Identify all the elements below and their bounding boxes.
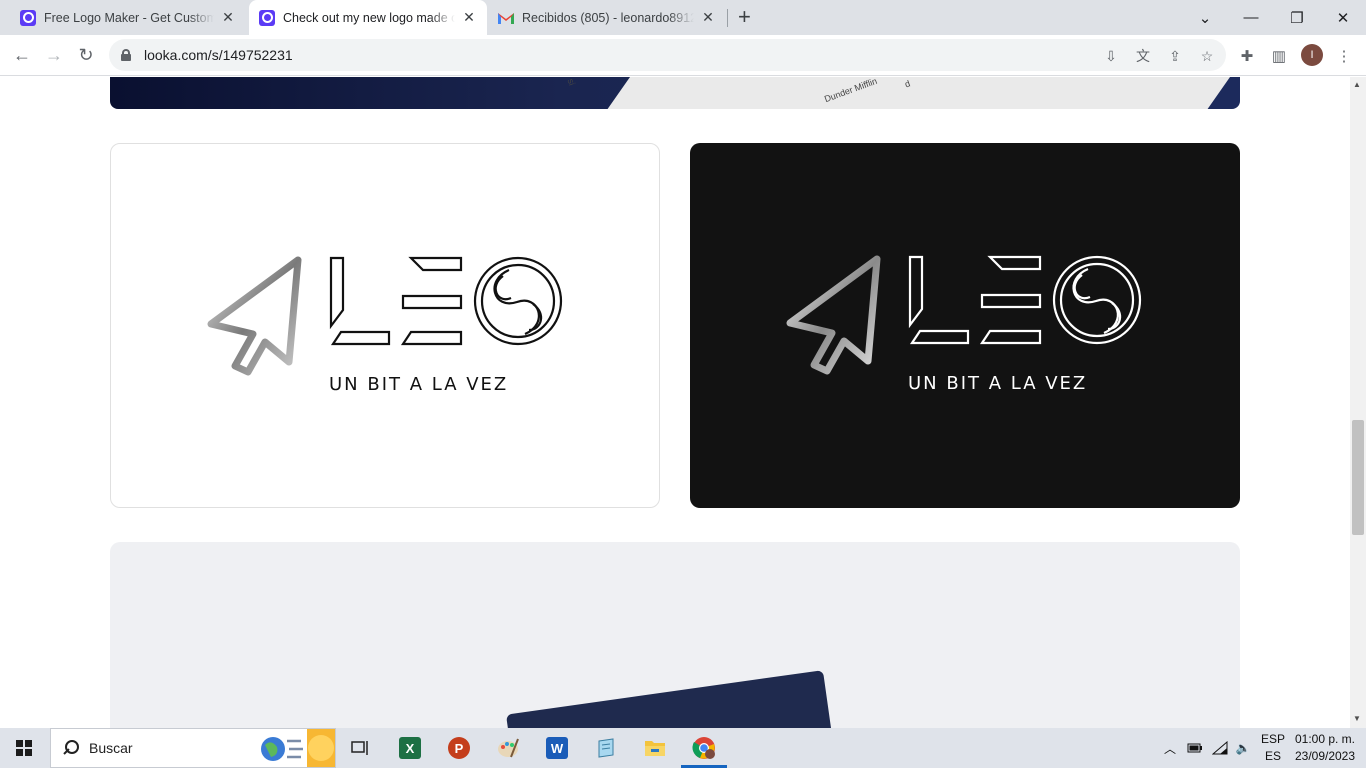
scroll-up-arrow-icon[interactable]: ▲ xyxy=(1353,80,1361,89)
tab-gmail[interactable]: Recibidos (805) - leonardo89121 ✕ xyxy=(488,0,726,35)
url-text[interactable]: looka.com/s/149752231 xyxy=(144,47,293,63)
search-highlight-image xyxy=(261,729,335,767)
leo-wordmark xyxy=(329,256,563,346)
paint-button[interactable] xyxy=(492,732,524,764)
looka-icon xyxy=(20,9,36,26)
install-app-icon[interactable]: ⇩ xyxy=(1102,47,1120,65)
browser-toolbar: ← → ↻ looka.com/s/149752231 ⇩ 文 ⇪ ☆ ✚ ▥ … xyxy=(0,35,1366,76)
show-hidden-icons-chevron-icon[interactable]: ︿ xyxy=(1160,728,1180,768)
leo-logo xyxy=(786,255,1142,375)
tab-title: Free Logo Maker - Get Custom L xyxy=(44,10,214,25)
tab-title: Check out my new logo made o xyxy=(283,10,455,25)
leo-logo xyxy=(207,256,563,376)
search-placeholder[interactable]: Buscar xyxy=(89,740,133,756)
logo-card-dark[interactable]: UN BIT A LA VEZ xyxy=(690,143,1240,508)
folder-icon xyxy=(645,741,665,756)
tab-check-out-logo[interactable]: Check out my new logo made o ✕ xyxy=(249,0,487,35)
word-button[interactable]: W xyxy=(541,732,573,764)
logo-card-light[interactable]: UN BIT A LA VEZ xyxy=(110,143,660,508)
extensions-puzzle-icon[interactable]: ✚ xyxy=(1237,46,1257,66)
excel-button[interactable]: X xyxy=(394,732,426,764)
notepad-icon xyxy=(598,738,614,758)
page-content: Dunder Mifflin d si UN BIT A LA VEZ UN B… xyxy=(0,77,1350,728)
new-tab-button[interactable]: + xyxy=(738,6,751,28)
bookmark-star-icon[interactable]: ☆ xyxy=(1198,47,1216,65)
restore-button[interactable]: ❐ xyxy=(1274,0,1320,35)
reload-icon[interactable]: ↻ xyxy=(74,43,98,67)
share-icon[interactable]: ⇪ xyxy=(1166,47,1184,65)
menu-kebab-icon[interactable]: ⋮ xyxy=(1334,46,1354,66)
word-icon: W xyxy=(546,737,568,759)
language-code: ESP xyxy=(1260,732,1285,746)
clock-date: 23/09/2023 xyxy=(1294,749,1356,763)
task-view-icon xyxy=(351,741,368,755)
close-icon[interactable]: ✕ xyxy=(461,9,477,26)
windows-taskbar: Buscar X P W ︿ 🔈 ESP ES 01:00 p. m. 23/0… xyxy=(0,728,1366,768)
powerpoint-icon: P xyxy=(448,737,470,759)
file-explorer-button[interactable] xyxy=(639,732,671,764)
task-view-button[interactable] xyxy=(344,732,376,764)
gmail-icon xyxy=(498,12,514,24)
cursor-arrow-icon xyxy=(207,256,302,376)
chrome-button[interactable] xyxy=(688,732,720,764)
notepad-button[interactable] xyxy=(590,732,622,764)
scrollbar-thumb[interactable] xyxy=(1352,420,1364,535)
tab-search-chevron-icon[interactable]: ⌄ xyxy=(1182,0,1228,35)
tab-separator xyxy=(727,9,728,27)
looka-icon xyxy=(259,9,275,26)
tab-title: Recibidos (805) - leonardo89121 xyxy=(522,10,694,25)
profile-avatar[interactable]: I xyxy=(1301,44,1323,66)
battery-icon[interactable] xyxy=(1184,728,1206,768)
start-button[interactable] xyxy=(0,728,48,768)
forward-arrow-icon[interactable]: → xyxy=(42,43,66,67)
keyboard-layout: ES xyxy=(1264,749,1281,763)
powerpoint-button[interactable]: P xyxy=(443,732,475,764)
wifi-icon[interactable] xyxy=(1209,728,1231,768)
address-bar[interactable]: looka.com/s/149752231 ⇩ 文 ⇪ ☆ xyxy=(109,39,1226,71)
language-indicator[interactable]: ESP ES xyxy=(1258,728,1288,768)
logo-tagline: UN BIT A LA VEZ xyxy=(908,373,1088,394)
minimize-button[interactable]: — xyxy=(1228,0,1274,35)
business-card-mockup: Dunder Mifflin d si xyxy=(110,77,1240,109)
volume-icon[interactable]: 🔈 xyxy=(1232,728,1254,768)
close-icon[interactable]: ✕ xyxy=(700,9,716,26)
excel-icon: X xyxy=(399,737,421,759)
lock-icon[interactable] xyxy=(121,49,131,61)
navy-card-mockup xyxy=(505,670,835,728)
mockup-text: si xyxy=(565,77,578,87)
chrome-icon xyxy=(692,737,715,759)
clock-time: 01:00 p. m. xyxy=(1294,732,1356,746)
leo-wordmark xyxy=(908,255,1142,345)
taskbar-search[interactable]: Buscar xyxy=(50,728,336,768)
close-icon[interactable]: ✕ xyxy=(220,9,236,26)
tab-free-logo-maker[interactable]: Free Logo Maker - Get Custom L ✕ xyxy=(10,0,246,35)
logo-tagline: UN BIT A LA VEZ xyxy=(329,374,509,395)
windows-logo-icon xyxy=(16,740,32,756)
close-window-button[interactable]: ✕ xyxy=(1320,0,1366,35)
back-arrow-icon[interactable]: ← xyxy=(10,43,34,67)
mockup-panel[interactable] xyxy=(110,542,1240,728)
search-icon xyxy=(63,740,79,756)
translate-icon[interactable]: 文 xyxy=(1134,47,1152,65)
paint-palette-icon xyxy=(498,738,519,758)
side-panel-icon[interactable]: ▥ xyxy=(1269,46,1289,66)
scroll-down-arrow-icon[interactable]: ▼ xyxy=(1353,714,1361,723)
tab-bar: Free Logo Maker - Get Custom L ✕ Check o… xyxy=(0,0,1366,35)
clock[interactable]: 01:00 p. m. 23/09/2023 xyxy=(1292,728,1358,768)
page-scrollbar[interactable] xyxy=(1350,77,1366,728)
cursor-arrow-icon xyxy=(786,255,881,375)
